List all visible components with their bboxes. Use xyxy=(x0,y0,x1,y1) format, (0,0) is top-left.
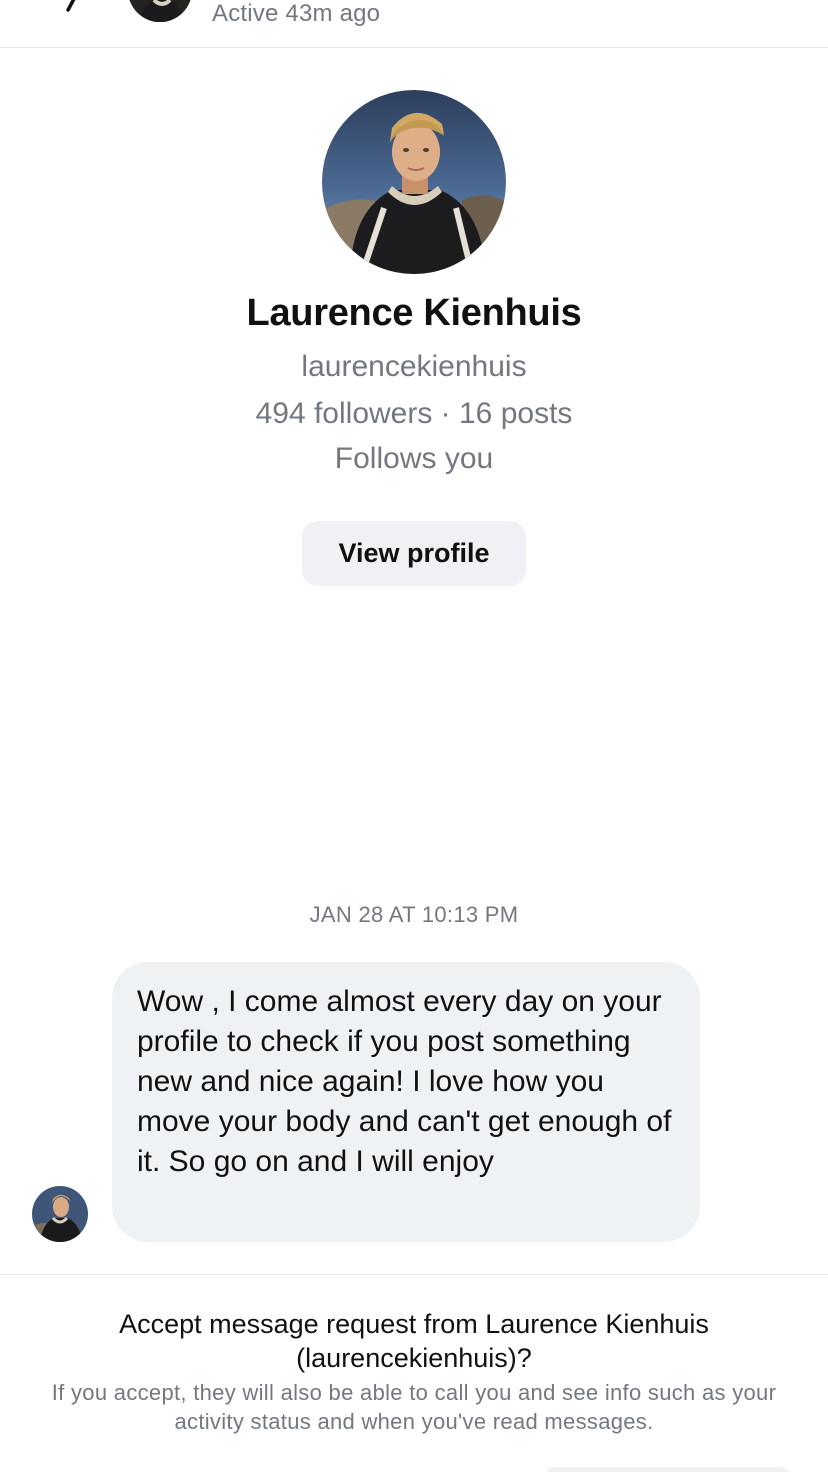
profile-stats: 494 followers · 16 posts xyxy=(255,397,573,430)
header-avatar[interactable] xyxy=(128,0,192,22)
request-title: Accept message request from Laurence Kie… xyxy=(119,1309,709,1373)
profile-username: laurencekienhuis xyxy=(301,350,527,383)
avatar-photo xyxy=(128,0,192,22)
chevron-left-icon xyxy=(66,0,76,12)
request-action-button[interactable] xyxy=(545,1467,790,1472)
message-bubble[interactable]: Wow , I come almost every day on your pr… xyxy=(112,962,700,1242)
message-request-panel: Accept message request from Laurence Kie… xyxy=(0,1274,828,1472)
follows-you-label: Follows you xyxy=(334,442,494,475)
message-text: Wow , I come almost every day on your pr… xyxy=(137,985,672,1178)
view-profile-button[interactable]: View profile xyxy=(302,521,526,586)
active-status: Active 43m ago xyxy=(212,0,381,27)
message-request-screen: Active 43m ago Laurence Kienhuis laurenc… xyxy=(0,0,828,1472)
request-description: If you accept, they will also be able to… xyxy=(51,1380,777,1434)
sender-avatar[interactable] xyxy=(32,1186,88,1242)
back-button[interactable] xyxy=(52,0,92,14)
conversation-header: Active 43m ago xyxy=(0,0,828,48)
profile-avatar[interactable] xyxy=(322,90,506,274)
message-timestamp: JAN 28 AT 10:13 PM xyxy=(309,902,519,927)
avatar-photo xyxy=(32,1186,88,1242)
profile-name: Laurence Kienhuis xyxy=(246,292,582,334)
avatar-photo xyxy=(322,90,506,274)
